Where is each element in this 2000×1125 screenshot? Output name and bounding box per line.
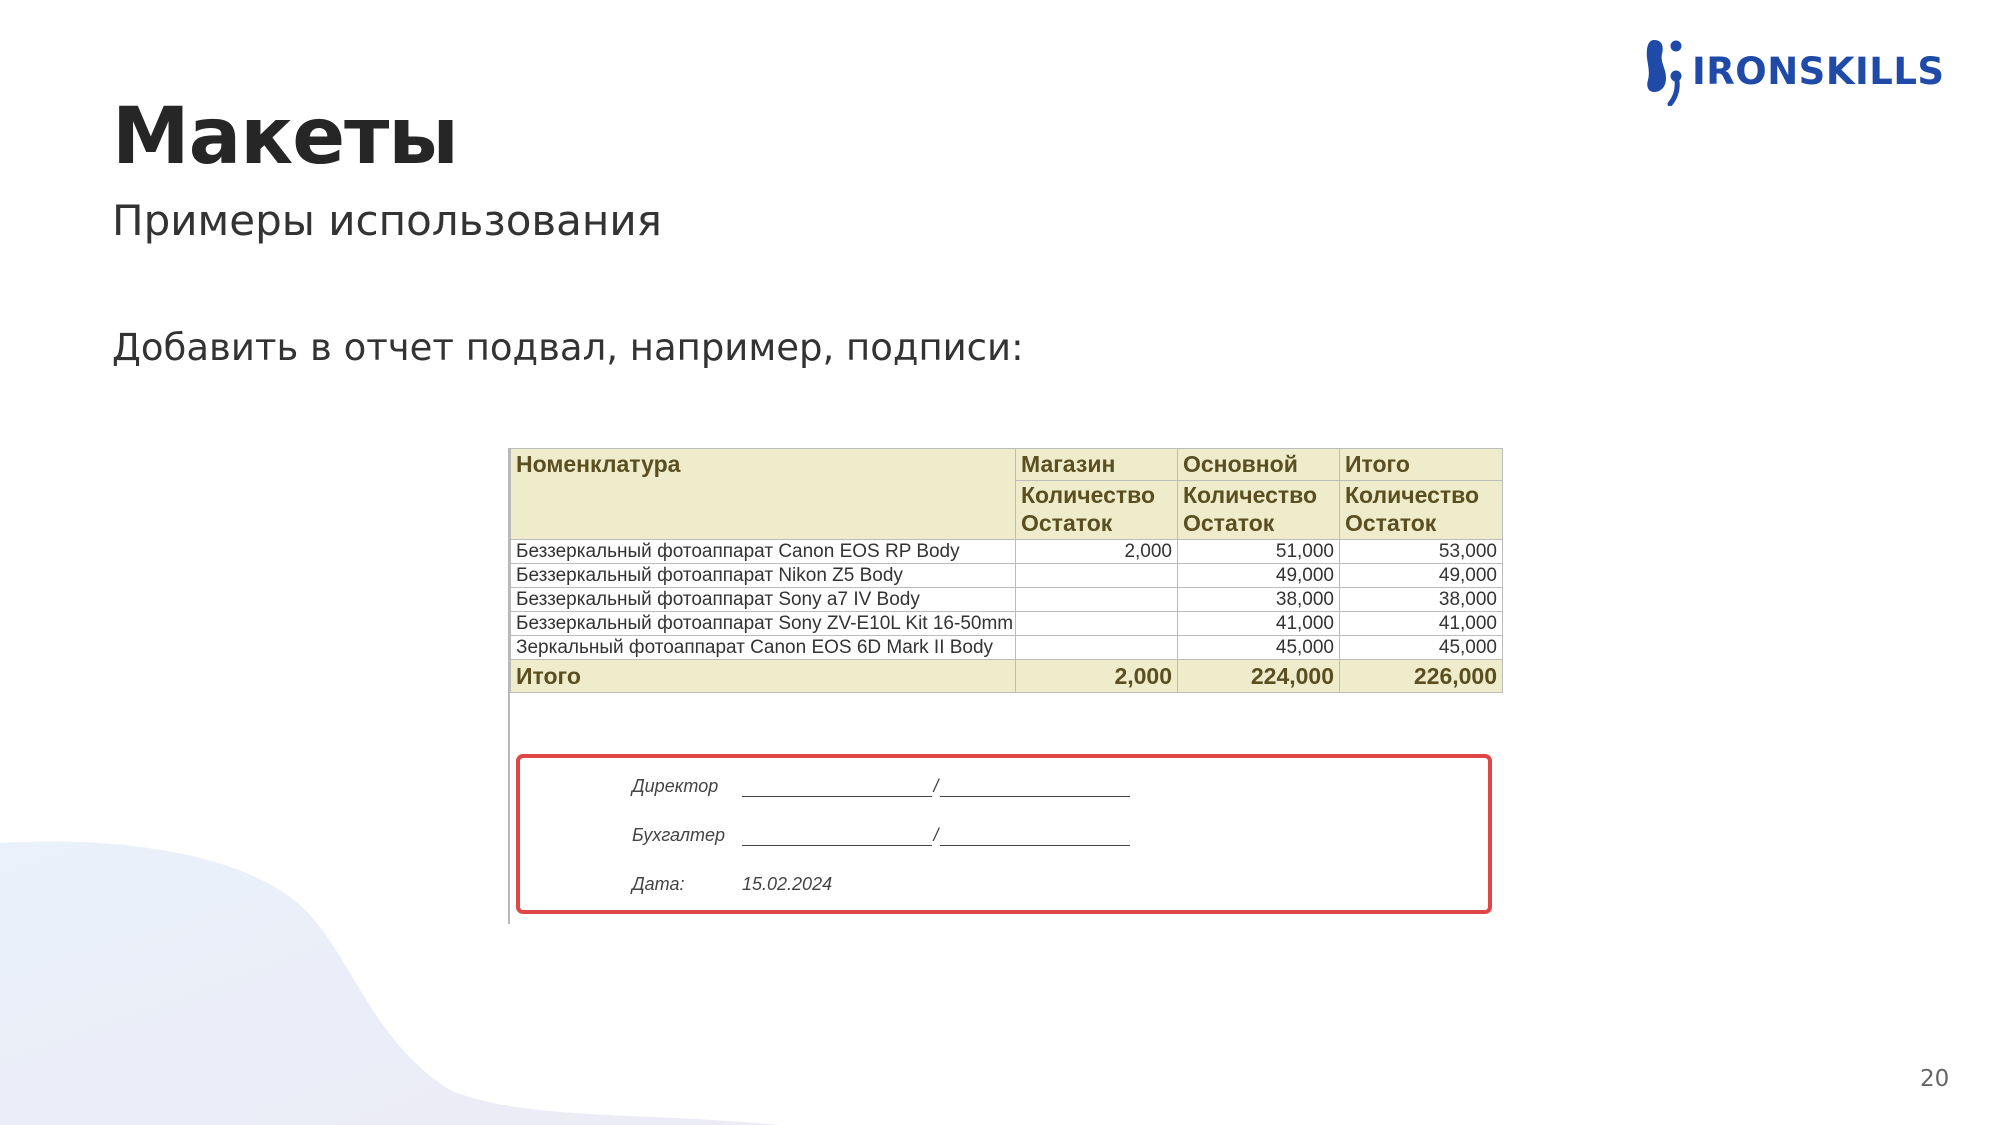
report-table: Номенклатура Магазин Основной Итого Коли… [510, 448, 1503, 693]
table-row: Беззеркальный фотоаппарат Sony ZV-E10L K… [510, 611, 1503, 636]
header-subcell: Количество Остаток [1177, 480, 1340, 540]
table-row: Беззеркальный фотоаппарат Nikon Z5 Body … [510, 563, 1503, 588]
header-row: Номенклатура Магазин Основной Итого [510, 448, 1503, 540]
logo-text: IRONSKILLS [1692, 49, 1945, 93]
totals-row: Итого 2,000 224,000 226,000 [510, 659, 1503, 693]
totals-shop: 2,000 [1015, 659, 1178, 693]
slide-subtitle: Примеры использования [112, 196, 662, 245]
main-cell: 49,000 [1177, 563, 1340, 588]
table-row: Зеркальный фотоаппарат Canon EOS 6D Mark… [510, 635, 1503, 660]
totals-label: Итого [510, 659, 1016, 693]
page-number: 20 [1920, 1066, 1950, 1092]
date-value: 15.02.2024 [742, 874, 833, 894]
report-preview: Номенклатура Магазин Основной Итого Коли… [508, 448, 1503, 924]
slide-body-text: Добавить в отчет подвал, например, подпи… [112, 326, 1024, 369]
shop-cell [1015, 635, 1178, 660]
accountant-signature-line [742, 825, 932, 846]
item-cell: Зеркальный фотоаппарат Canon EOS 6D Mark… [510, 635, 1016, 660]
total-cell: 41,000 [1339, 611, 1503, 636]
header-subcell: Количество Остаток [1339, 480, 1503, 540]
total-cell: 49,000 [1339, 563, 1503, 588]
totals-total: 226,000 [1339, 659, 1503, 693]
accountant-name-line [940, 825, 1130, 846]
slide-title: Макеты [112, 92, 459, 182]
shop-cell [1015, 587, 1178, 612]
header-cell-main: Основной [1177, 448, 1340, 481]
item-cell: Беззеркальный фотоаппарат Sony a7 IV Bod… [510, 587, 1016, 612]
shop-cell [1015, 563, 1178, 588]
main-cell: 51,000 [1177, 539, 1340, 564]
totals-main: 224,000 [1177, 659, 1340, 693]
header-cell-shop: Магазин [1015, 448, 1178, 481]
signature-accountant-row: Бухгалтер / [632, 825, 1130, 846]
total-cell: 38,000 [1339, 587, 1503, 612]
director-name-line [940, 776, 1130, 797]
item-cell: Беззеркальный фотоаппарат Nikon Z5 Body [510, 563, 1016, 588]
ironskills-logo: IRONSKILLS [1644, 36, 1945, 106]
total-cell: 53,000 [1339, 539, 1503, 564]
header-cell-total: Итого [1339, 448, 1503, 481]
date-label: Дата: [632, 874, 685, 894]
shop-cell [1015, 611, 1178, 636]
signature-date-row: Дата: 15.02.2024 [632, 874, 832, 895]
main-cell: 45,000 [1177, 635, 1340, 660]
shop-cell: 2,000 [1015, 539, 1178, 564]
main-cell: 38,000 [1177, 587, 1340, 612]
signature-director-row: Директор / [632, 776, 1130, 797]
table-row: Беззеркальный фотоаппарат Canon EOS RP B… [510, 539, 1503, 564]
total-cell: 45,000 [1339, 635, 1503, 660]
header-subcell: Количество Остаток [1015, 480, 1178, 540]
header-cell-item: Номенклатура [510, 448, 1016, 540]
item-cell: Беззеркальный фотоаппарат Canon EOS RP B… [510, 539, 1016, 564]
ironskills-logo-icon [1644, 36, 1684, 106]
item-cell: Беззеркальный фотоаппарат Sony ZV-E10L K… [510, 611, 1016, 636]
director-label: Директор [632, 776, 719, 796]
accountant-label: Бухгалтер [632, 825, 725, 845]
director-signature-line [742, 776, 932, 797]
signature-footer-highlight: Директор / Бухгалтер / Дата: 15.02.2024 [516, 754, 1492, 914]
main-cell: 41,000 [1177, 611, 1340, 636]
table-row: Беззеркальный фотоаппарат Sony a7 IV Bod… [510, 587, 1503, 612]
